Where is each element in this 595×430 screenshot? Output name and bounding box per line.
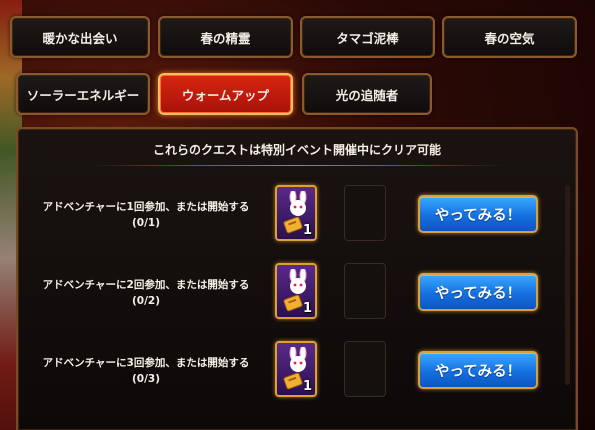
quest-progress: (0/1) bbox=[131, 217, 161, 229]
tab-label: タマゴ泥棒 bbox=[336, 30, 399, 46]
try-button[interactable]: やってみる！ bbox=[418, 195, 538, 233]
quest-description-text: アドベンチャーに3回参加、または開始する bbox=[42, 357, 250, 369]
quest-description-text: アドベンチャーに2回参加、または開始する bbox=[42, 279, 250, 291]
tab-solar-energy[interactable]: ソーラーエネルギー bbox=[16, 73, 150, 115]
quest-progress: (0/2) bbox=[131, 295, 161, 307]
quest-row-2: アドベンチャーに2回参加、または開始する (0/2) 1 やってみる！ bbox=[0, 263, 595, 333]
reward-count: 1 bbox=[302, 379, 312, 394]
tab-label: 春の精霊 bbox=[200, 30, 251, 46]
tab-warm-up[interactable]: ウォームアップ bbox=[158, 73, 293, 115]
tab-spring-spirit[interactable]: 春の精霊 bbox=[158, 16, 293, 58]
quest-row-3: アドベンチャーに3回参加、または開始する (0/3) 1 やってみる！ bbox=[0, 341, 595, 411]
tab-warm-encounter[interactable]: 暖かな出会い bbox=[10, 16, 150, 58]
reward-slot[interactable]: 1 bbox=[275, 185, 317, 241]
title-divider bbox=[88, 165, 506, 166]
empty-reward-slot bbox=[344, 263, 386, 319]
quest-description: アドベンチャーに3回参加、または開始する (0/3) bbox=[28, 355, 264, 387]
try-button[interactable]: やってみる！ bbox=[418, 351, 538, 389]
quest-description-text: アドベンチャーに1回参加、または開始する bbox=[42, 201, 250, 213]
reward-count: 1 bbox=[302, 223, 312, 238]
quest-row-1: アドベンチャーに1回参加、または開始する (0/1) 1 やってみる！ bbox=[0, 185, 595, 255]
tab-spring-air[interactable]: 春の空気 bbox=[442, 16, 577, 58]
try-button[interactable]: やってみる！ bbox=[418, 273, 538, 311]
tab-label: 光の追随者 bbox=[335, 87, 399, 103]
empty-reward-slot bbox=[344, 185, 386, 241]
tab-label: ウォームアップ bbox=[181, 87, 270, 103]
tab-light-follower[interactable]: 光の追随者 bbox=[302, 73, 432, 115]
empty-reward-slot bbox=[344, 341, 386, 397]
quest-description: アドベンチャーに2回参加、または開始する (0/2) bbox=[28, 277, 264, 309]
panel-title: これらのクエストは特別イベント開催中にクリア可能 bbox=[152, 143, 441, 157]
tab-label: 暖かな出会い bbox=[42, 30, 118, 46]
reward-slot[interactable]: 1 bbox=[275, 263, 317, 319]
reward-slot[interactable]: 1 bbox=[275, 341, 317, 397]
tab-label: 春の空気 bbox=[484, 30, 535, 46]
tab-egg-thief[interactable]: タマゴ泥棒 bbox=[300, 16, 435, 58]
reward-count: 1 bbox=[302, 301, 312, 316]
tab-label: ソーラーエネルギー bbox=[26, 87, 140, 103]
quest-progress: (0/3) bbox=[131, 373, 161, 385]
quest-description: アドベンチャーに1回参加、または開始する (0/1) bbox=[28, 199, 264, 231]
